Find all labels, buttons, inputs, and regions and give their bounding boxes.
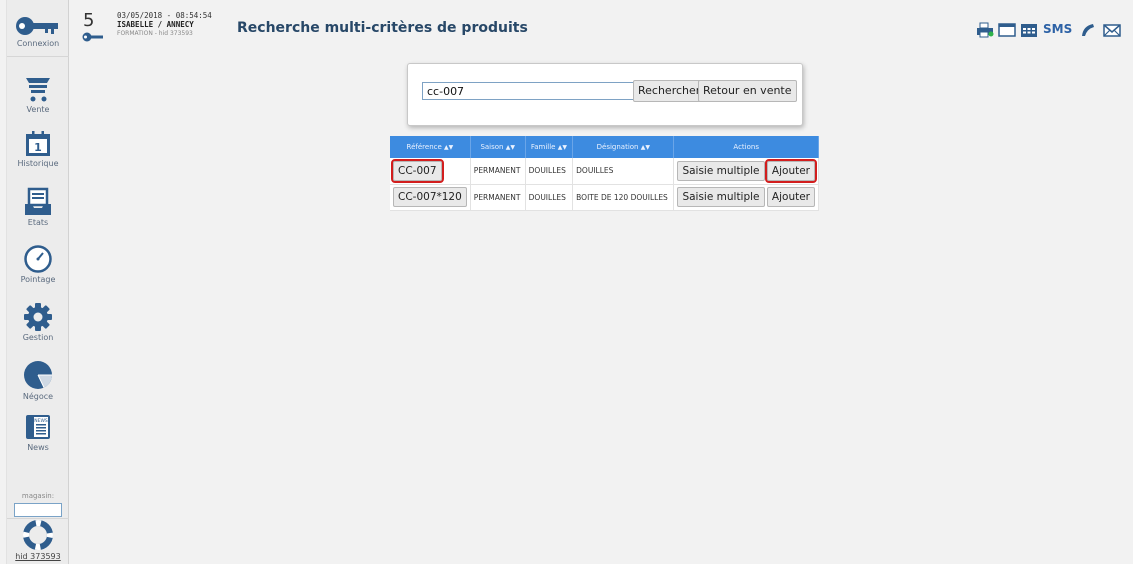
- sidebar-item-label: Historique: [17, 159, 59, 168]
- svg-text:1: 1: [34, 141, 42, 154]
- reference-button[interactable]: CC-007*120: [393, 187, 467, 207]
- sidebar: Connexion Vente 1 Historique Etats Point…: [6, 0, 69, 564]
- page-title: Recherche multi-critères de produits: [237, 20, 528, 36]
- session-datetime: 03/05/2018 - 08:54:54: [117, 11, 212, 20]
- sort-arrows-icon[interactable]: ▲▼: [558, 144, 567, 151]
- sidebar-item-vente[interactable]: Vente: [7, 74, 69, 114]
- sidebar-item-historique[interactable]: 1 Historique: [7, 130, 69, 168]
- search-panel: Rechercher Retour en vente: [407, 63, 803, 126]
- sidebar-item-news[interactable]: NEWS News: [7, 412, 69, 452]
- sidebar-item-etats[interactable]: Etats: [7, 187, 69, 227]
- column-header-famille[interactable]: Famille ▲▼: [525, 136, 574, 158]
- header: 5 03/05/2018 - 08:54:54 ISABELLE / ANNEC…: [70, 0, 1133, 44]
- calendar-icon: 1: [26, 131, 50, 156]
- newspaper-icon: NEWS: [26, 415, 50, 439]
- session-sub: FORMATION - hid 373593: [117, 30, 193, 37]
- sort-arrows-icon[interactable]: ▲▼: [444, 144, 453, 151]
- mail-icon[interactable]: [1103, 22, 1121, 38]
- saison-cell: PERMANENT: [470, 184, 526, 211]
- sidebar-item-hid[interactable]: hid 373593: [7, 520, 69, 561]
- calendar-icon[interactable]: [1020, 22, 1038, 38]
- svg-text:NEWS: NEWS: [34, 418, 48, 424]
- sort-arrows-icon[interactable]: ▲▼: [506, 144, 515, 151]
- session-user: ISABELLE / ANNECY: [117, 20, 194, 29]
- magasin-label: magasin:: [21, 492, 55, 500]
- session-info: 03/05/2018 - 08:54:54 ISABELLE / ANNECY …: [117, 11, 212, 38]
- sidebar-item-label: News: [27, 443, 49, 452]
- column-header-saison[interactable]: Saison ▲▼: [470, 136, 526, 158]
- key-icon[interactable]: [82, 32, 104, 42]
- column-header-actions: Actions: [673, 136, 819, 158]
- tray-icon: [25, 187, 51, 215]
- key-icon: [16, 17, 58, 35]
- clock-icon: [24, 245, 52, 273]
- multiple-entry-button[interactable]: Saisie multiple: [677, 160, 765, 181]
- cart-icon: [26, 78, 50, 102]
- results-table: Référence ▲▼ Saison ▲▼ Famille ▲▼ Désign…: [390, 136, 819, 211]
- back-to-sale-button[interactable]: Retour en vente: [698, 80, 797, 102]
- sidebar-item-label: Gestion: [22, 333, 54, 342]
- sidebar-item-label: Pointage: [20, 275, 56, 284]
- sidebar-item-pointage[interactable]: Pointage: [7, 244, 69, 284]
- famille-cell: DOUILLES: [525, 158, 574, 185]
- gear-icon: [24, 303, 52, 331]
- add-button[interactable]: Ajouter: [766, 187, 815, 207]
- search-input[interactable]: [422, 82, 635, 100]
- pie-chart-icon: [24, 361, 52, 389]
- printer-icon[interactable]: [976, 22, 994, 38]
- divider: [7, 56, 69, 57]
- sidebar-item-label: Vente: [26, 105, 50, 114]
- lifebuoy-icon: [23, 520, 53, 550]
- magasin-input[interactable]: [14, 503, 62, 517]
- table-header-row: Référence ▲▼ Saison ▲▼ Famille ▲▼ Désign…: [390, 136, 819, 158]
- famille-cell: DOUILLES: [525, 184, 574, 211]
- add-button[interactable]: Ajouter: [764, 158, 818, 183]
- designation-cell: BOITE DE 120 DOUILLES: [572, 184, 675, 211]
- sort-arrows-icon[interactable]: ▲▼: [641, 144, 650, 151]
- sidebar-item-gestion[interactable]: Gestion: [7, 302, 69, 342]
- sidebar-item-connexion[interactable]: Connexion: [7, 14, 69, 48]
- notification-count[interactable]: 5: [83, 10, 94, 31]
- table-row: CC-007*120 PERMANENT DOUILLES BOITE DE 1…: [390, 184, 819, 211]
- magasin-field-group: magasin:: [7, 492, 69, 517]
- sidebar-item-negoce[interactable]: Négoce: [7, 359, 69, 401]
- saison-cell: PERMANENT: [470, 158, 526, 185]
- phone-icon[interactable]: [1080, 22, 1096, 38]
- sidebar-item-label: Connexion: [16, 39, 60, 48]
- sidebar-item-label: Etats: [27, 218, 49, 227]
- table-row: CC-007 PERMANENT DOUILLES DOUILLES Saisi…: [390, 158, 819, 185]
- search-button[interactable]: Rechercher: [633, 80, 706, 102]
- sidebar-item-label: Négoce: [22, 392, 54, 401]
- sms-button[interactable]: SMS: [1043, 22, 1072, 36]
- hid-label: hid 373593: [15, 552, 61, 561]
- toolbar: SMS: [973, 22, 1133, 42]
- designation-cell: DOUILLES: [572, 158, 675, 185]
- divider: [7, 518, 69, 519]
- column-header-designation[interactable]: Désignation ▲▼: [572, 136, 675, 158]
- reference-button[interactable]: CC-007: [391, 158, 444, 183]
- multiple-entry-button[interactable]: Saisie multiple: [677, 187, 765, 207]
- window-icon[interactable]: [998, 22, 1016, 38]
- column-header-reference[interactable]: Référence ▲▼: [390, 136, 471, 158]
